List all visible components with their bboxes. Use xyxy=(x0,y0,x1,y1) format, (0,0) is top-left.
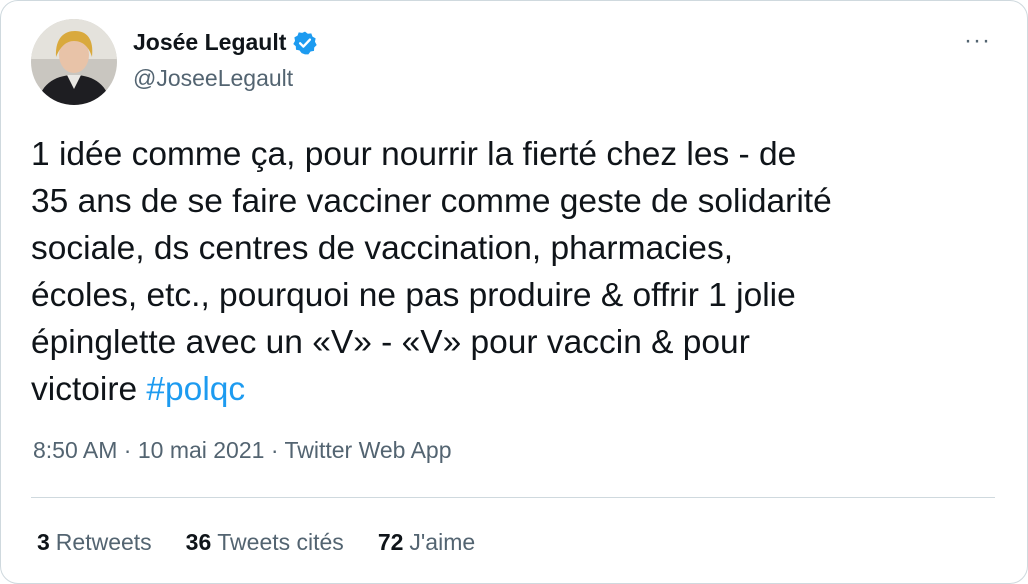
meta-separator: · xyxy=(117,437,138,463)
likes-label: J'aime xyxy=(409,529,476,555)
more-options-icon[interactable]: ··· xyxy=(964,29,991,53)
divider xyxy=(31,497,995,498)
tweet-date[interactable]: 10 mai 2021 xyxy=(138,437,265,463)
author-display-name[interactable]: Josée Legault xyxy=(133,29,286,56)
retweets-count: 3 xyxy=(37,529,50,555)
tweet-text: 1 idée comme ça, pour nourrir la fierté … xyxy=(31,131,991,413)
quotes-count: 36 xyxy=(185,529,212,555)
retweets-stat[interactable]: 3 Retweets xyxy=(37,529,152,556)
meta-separator: · xyxy=(264,437,285,463)
quotes-label: Tweets cités xyxy=(217,529,344,555)
verified-badge-icon xyxy=(293,31,318,54)
tweet-body: 1 idée comme ça, pour nourrir la fierté … xyxy=(31,136,832,408)
tweet-time[interactable]: 8:50 AM xyxy=(33,437,117,463)
author-name-row[interactable]: Josée Legault xyxy=(133,29,318,56)
likes-stat[interactable]: 72 J'aime xyxy=(378,529,475,556)
hashtag-link[interactable]: #polqc xyxy=(146,371,245,408)
avatar[interactable] xyxy=(31,19,117,105)
author-handle[interactable]: @JoseeLegault xyxy=(133,65,293,92)
engagement-stats: 3 Retweets 36 Tweets cités 72 J'aime xyxy=(37,529,475,556)
avatar-image xyxy=(31,19,117,105)
tweet-source[interactable]: Twitter Web App xyxy=(284,437,451,463)
retweets-label: Retweets xyxy=(55,529,152,555)
likes-count: 72 xyxy=(377,529,404,555)
tweet-meta: 8:50 AM · 10 mai 2021 · Twitter Web App xyxy=(33,437,452,464)
quote-tweets-stat[interactable]: 36 Tweets cités xyxy=(186,529,344,556)
tweet-card: Josée Legault @JoseeLegault ··· 1 idée c… xyxy=(0,0,1028,584)
